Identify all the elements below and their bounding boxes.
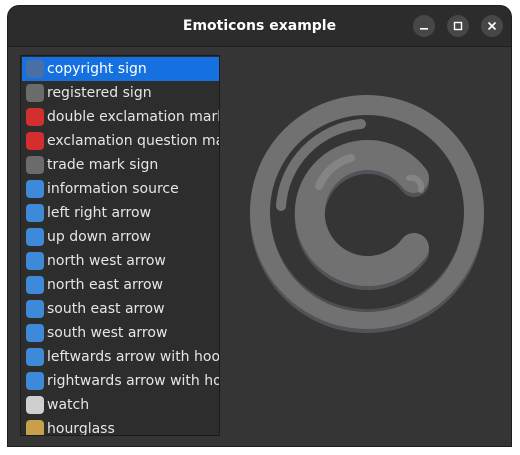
app-window: Emoticons example copyright sign register…: [8, 6, 511, 446]
list-item[interactable]: exclamation question mark: [22, 129, 219, 153]
list-item[interactable]: double exclamation mark: [22, 105, 219, 129]
list-item-label: hourglass: [47, 421, 115, 436]
list-item-label: north east arrow: [47, 277, 163, 293]
list-item[interactable]: north east arrow: [22, 273, 219, 297]
list-item[interactable]: up down arrow: [22, 225, 219, 249]
left-right-arrow-icon: [26, 204, 44, 222]
list-item[interactable]: trade mark sign: [22, 153, 219, 177]
registered-icon: [26, 84, 44, 102]
list-item-label: left right arrow: [47, 205, 152, 221]
list-item-label: watch: [47, 397, 90, 413]
list-item-label: leftwards arrow with hook: [47, 349, 219, 365]
list-item[interactable]: rightwards arrow with hook: [22, 369, 219, 393]
window-title: Emoticons example: [182, 18, 337, 34]
list-item[interactable]: registered sign: [22, 81, 219, 105]
close-button[interactable]: [481, 15, 503, 37]
list-item[interactable]: copyright sign: [22, 57, 219, 81]
list-item-label: trade mark sign: [47, 157, 159, 173]
list-item[interactable]: left right arrow: [22, 201, 219, 225]
list-item[interactable]: north west arrow: [22, 249, 219, 273]
watch-icon: [26, 396, 44, 414]
minimize-button[interactable]: [413, 15, 435, 37]
title-bar[interactable]: Emoticons example: [8, 6, 511, 47]
list-item-label: rightwards arrow with hook: [47, 373, 219, 389]
list-item[interactable]: south west arrow: [22, 321, 219, 345]
list-item-label: exclamation question mark: [47, 133, 219, 149]
emoticon-list[interactable]: copyright sign registered sign double excl…: [20, 55, 220, 436]
south-west-arrow-icon: [26, 324, 44, 342]
copyright-icon: [250, 95, 484, 333]
rightwards-hook-arrow-icon: [26, 372, 44, 390]
information-icon: [26, 180, 44, 198]
list-item-label: copyright sign: [47, 61, 147, 77]
minimize-icon: [420, 28, 428, 30]
up-down-arrow-icon: [26, 228, 44, 246]
list-item[interactable]: information source: [22, 177, 219, 201]
list-item[interactable]: watch: [22, 393, 219, 417]
list-item-label: information source: [47, 181, 179, 197]
list-item-label: up down arrow: [47, 229, 151, 245]
north-east-arrow-icon: [26, 276, 44, 294]
close-icon: [487, 21, 497, 31]
double-exclamation-icon: [26, 108, 44, 126]
north-west-arrow-icon: [26, 252, 44, 270]
maximize-button[interactable]: [447, 15, 469, 37]
trademark-icon: [26, 156, 44, 174]
maximize-icon: [453, 21, 463, 31]
copyright-icon: [26, 60, 44, 78]
list-item-label: registered sign: [47, 85, 152, 101]
list-item[interactable]: hourglass: [22, 417, 219, 436]
list-item[interactable]: leftwards arrow with hook: [22, 345, 219, 369]
list-item-label: north west arrow: [47, 253, 166, 269]
list-item-label: double exclamation mark: [47, 109, 219, 125]
list-item-label: south east arrow: [47, 301, 165, 317]
south-east-arrow-icon: [26, 300, 44, 318]
leftwards-hook-arrow-icon: [26, 348, 44, 366]
exclamation-question-icon: [26, 132, 44, 150]
hourglass-icon: [26, 420, 44, 435]
list-item[interactable]: south east arrow: [22, 297, 219, 321]
list-item-label: south west arrow: [47, 325, 168, 341]
